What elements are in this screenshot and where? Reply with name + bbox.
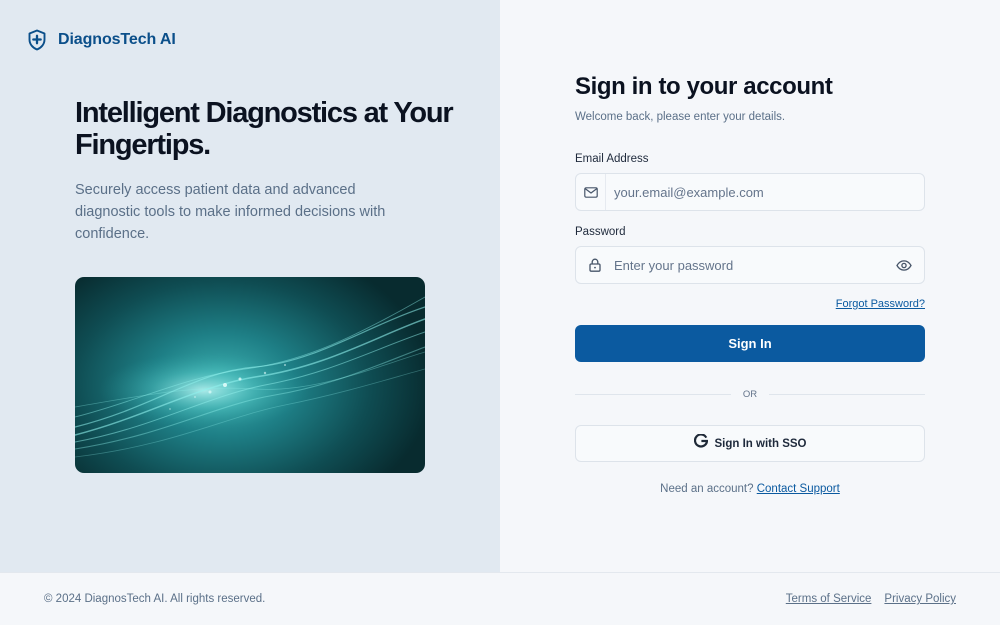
hero-title: Intelligent Diagnostics at Your Fingerti…: [75, 97, 454, 161]
password-input[interactable]: [614, 247, 884, 283]
contact-support-link[interactable]: Contact Support: [757, 483, 840, 495]
copyright: © 2024 DiagnosTech AI. All rights reserv…: [44, 593, 266, 605]
sso-label: Sign In with SSO: [714, 437, 807, 450]
privacy-policy-link[interactable]: Privacy Policy: [884, 593, 956, 605]
password-field[interactable]: [575, 246, 925, 284]
password-label: Password: [575, 226, 626, 238]
right-panel: Sign in to your account Welcome back, pl…: [500, 0, 1000, 572]
footer: © 2024 DiagnosTech AI. All rights reserv…: [0, 572, 1000, 625]
hero-subtitle: Securely access patient data and advance…: [75, 182, 386, 242]
need-account-text: Need an account? Contact Support: [575, 483, 925, 495]
forgot-password-link[interactable]: Forgot Password?: [836, 298, 925, 310]
or-divider: OR: [575, 387, 925, 401]
form-subtitle: Welcome back, please enter your details.: [575, 111, 786, 123]
footer-links: Terms of Service Privacy Policy: [786, 593, 956, 605]
divider-label: OR: [742, 388, 758, 400]
eye-icon[interactable]: [884, 247, 924, 283]
brand-name: DiagnosTech AI: [58, 31, 176, 48]
sso-sign-in-button[interactable]: Sign In with SSO: [575, 425, 925, 462]
lock-icon: [576, 247, 614, 283]
shield-plus-icon: [27, 29, 47, 51]
brand-logo[interactable]: DiagnosTech AI: [27, 29, 176, 51]
need-account-label: Need an account?: [660, 483, 754, 495]
mail-icon: [576, 174, 606, 210]
divider-line: [769, 393, 925, 395]
email-input[interactable]: [614, 174, 924, 210]
hero-image: [75, 277, 425, 473]
google-icon: [693, 433, 708, 453]
email-label: Email Address: [575, 153, 649, 165]
sign-in-button[interactable]: Sign In: [575, 325, 925, 362]
divider-line: [575, 393, 731, 395]
form-title: Sign in to your account: [575, 73, 833, 100]
email-field[interactable]: [575, 173, 925, 211]
terms-of-service-link[interactable]: Terms of Service: [786, 593, 872, 605]
left-panel: DiagnosTech AI Intelligent Diagnostics a…: [0, 0, 500, 572]
